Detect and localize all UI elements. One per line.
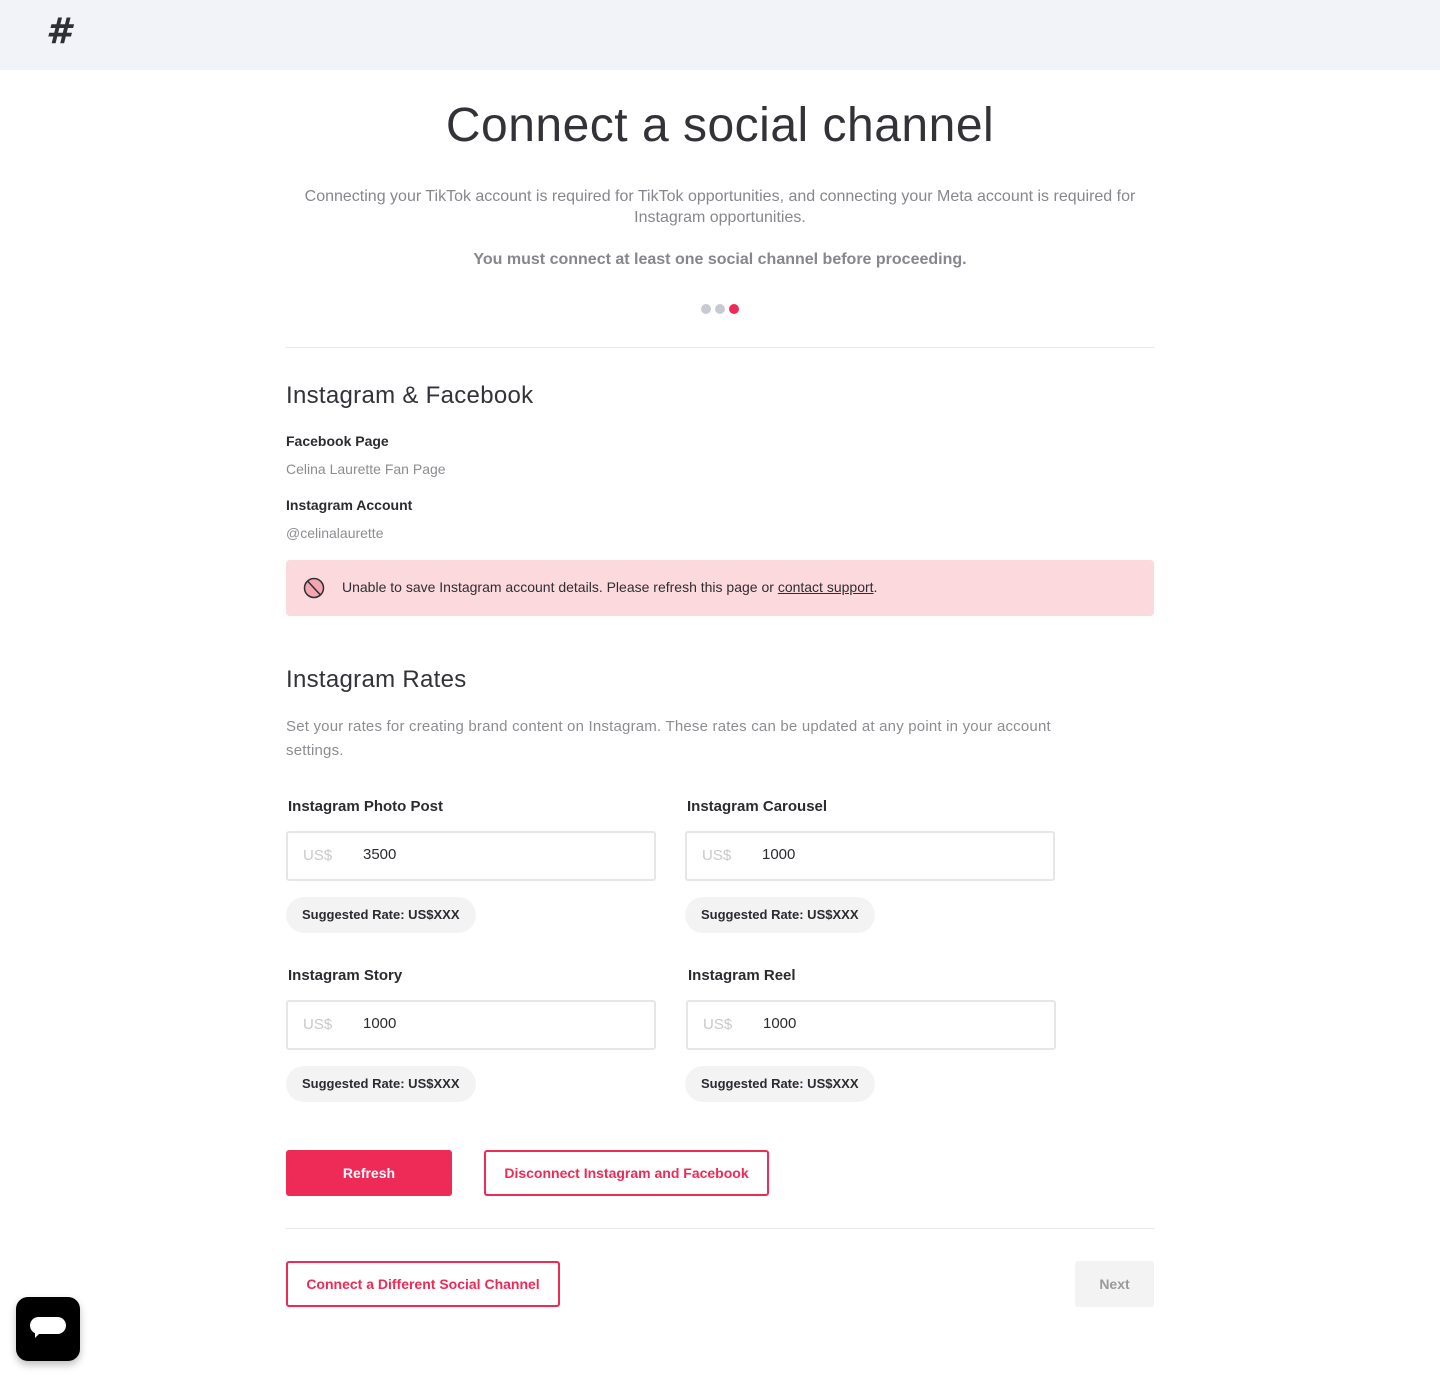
required-notice: You must connect at least one social cha… — [473, 251, 967, 268]
disconnect-button[interactable]: Disconnect Instagram and Facebook — [484, 1150, 769, 1196]
reel-label: Instagram Reel — [688, 967, 796, 984]
photo-post-rate-field[interactable]: US$ — [286, 831, 656, 881]
step-dot-1 — [701, 304, 711, 314]
footer-divider — [286, 1228, 1154, 1229]
carousel-rate-input[interactable] — [762, 845, 1032, 865]
step-indicator — [701, 304, 739, 314]
facebook-page-value: Celina Laurette Fan Page — [286, 461, 446, 477]
logo-hash-icon[interactable]: # — [46, 10, 71, 54]
story-suggested-rate: Suggested Rate: US$XXX — [286, 1066, 476, 1102]
currency-prefix: US$ — [703, 1016, 733, 1033]
instagram-account-label: Instagram Account — [286, 497, 413, 513]
photo-post-suggested-rate: Suggested Rate: US$XXX — [286, 897, 476, 933]
step-dot-3-active — [729, 304, 739, 314]
instagram-account-value: @celinalaurette — [286, 525, 384, 541]
intro-text: Connecting your TikTok account is requir… — [304, 188, 1136, 226]
photo-post-rate-input[interactable] — [363, 845, 633, 865]
reel-suggested-rate: Suggested Rate: US$XXX — [685, 1066, 875, 1102]
top-bar: # — [0, 0, 1440, 70]
photo-post-label: Instagram Photo Post — [288, 798, 444, 815]
carousel-rate-field[interactable]: US$ — [685, 831, 1055, 881]
connection-section-title: Instagram & Facebook — [286, 382, 534, 409]
facebook-page-label: Facebook Page — [286, 433, 389, 449]
rates-section-title: Instagram Rates — [286, 666, 467, 693]
chat-launcher-button[interactable] — [16, 1297, 80, 1361]
next-button[interactable]: Next — [1075, 1261, 1154, 1307]
carousel-label: Instagram Carousel — [687, 798, 828, 815]
story-rate-input[interactable] — [363, 1014, 633, 1034]
divider — [286, 347, 1154, 348]
contact-support-link[interactable]: contact support — [778, 579, 874, 595]
story-label: Instagram Story — [288, 967, 403, 984]
error-alert: Unable to save Instagram account details… — [286, 560, 1154, 616]
currency-prefix: US$ — [702, 847, 732, 864]
rates-description: Set your rates for creating brand conten… — [286, 718, 1051, 759]
prohibited-icon — [303, 577, 325, 599]
alert-suffix: . — [873, 579, 878, 595]
currency-prefix: US$ — [303, 847, 333, 864]
connect-different-channel-button[interactable]: Connect a Different Social Channel — [286, 1261, 560, 1307]
reel-rate-input[interactable] — [763, 1014, 1033, 1034]
currency-prefix: US$ — [303, 1016, 333, 1033]
alert-message-text: Unable to save Instagram account details… — [342, 579, 778, 595]
carousel-suggested-rate: Suggested Rate: US$XXX — [685, 897, 875, 933]
reel-rate-field[interactable]: US$ — [686, 1000, 1056, 1050]
step-dot-2 — [715, 304, 725, 314]
story-rate-field[interactable]: US$ — [286, 1000, 656, 1050]
alert-message: Unable to save Instagram account details… — [342, 578, 877, 596]
refresh-button[interactable]: Refresh — [286, 1150, 452, 1196]
page-title: Connect a social channel — [445, 99, 995, 152]
